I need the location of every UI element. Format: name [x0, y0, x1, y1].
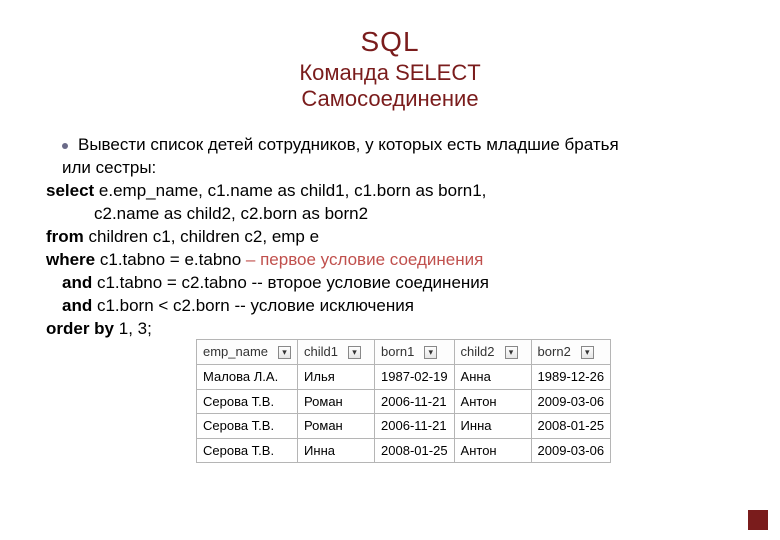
table-row: Серова Т.В. Инна 2008-01-25 Антон 2009-0…: [197, 438, 611, 463]
keyword-and2: and: [62, 296, 92, 315]
table-row: Серова Т.В. Роман 2006-11-21 Антон 2009-…: [197, 389, 611, 414]
sql-where-line: where c1.tabno = e.tabno – первое услови…: [46, 249, 752, 272]
sql-select-line2: c2.name as child2, c2.born as born2: [46, 203, 752, 226]
cell: 2008-01-25: [531, 414, 611, 439]
sql-where-body: c1.tabno = e.tabno: [95, 250, 246, 269]
sql-from-body: children c1, children c2, emp e: [84, 227, 319, 246]
cell: 2006-11-21: [375, 389, 455, 414]
cell: Роман: [298, 389, 375, 414]
cell: Инна: [298, 438, 375, 463]
table-row: Серова Т.В. Роман 2006-11-21 Инна 2008-0…: [197, 414, 611, 439]
sql-orderby-body: 1, 3;: [114, 319, 152, 338]
header-label: child2: [461, 343, 495, 361]
cell: 2009-03-06: [531, 389, 611, 414]
table-body: Малова Л.А. Илья 1987-02-19 Анна 1989-12…: [197, 364, 611, 462]
keyword-select: select: [46, 181, 94, 200]
bullet-icon: [62, 143, 68, 149]
col-born2[interactable]: born2 ▾: [531, 340, 611, 365]
keyword-orderby: order by: [46, 319, 114, 338]
sql-and1-body: c1.tabno = c2.tabno -- второе условие со…: [92, 273, 489, 292]
content: Вывести список детей сотрудников, у кото…: [28, 134, 752, 463]
sql-from-line: from children c1, children c2, emp e: [46, 226, 752, 249]
sql-and2-line: and c1.born < c2.born -- условие исключе…: [46, 295, 752, 318]
sql-code: select e.emp_name, c1.name as child1, c1…: [28, 180, 752, 341]
cell: 1989-12-26: [531, 364, 611, 389]
bullet-text-line2: или сестры:: [28, 157, 752, 180]
sql-and2-body: c1.born < c2.born -- условие исключения: [92, 296, 414, 315]
cell: Малова Л.А.: [197, 364, 298, 389]
cell: Илья: [298, 364, 375, 389]
cell: Серова Т.В.: [197, 414, 298, 439]
keyword-where: where: [46, 250, 95, 269]
col-child2[interactable]: child2 ▾: [454, 340, 531, 365]
header-label: born2: [538, 343, 571, 361]
page-title: SQL: [28, 26, 752, 58]
header-label: child1: [304, 343, 338, 361]
cell: 2006-11-21: [375, 414, 455, 439]
cell: Антон: [454, 438, 531, 463]
cell: Серова Т.В.: [197, 389, 298, 414]
cell: Роман: [298, 414, 375, 439]
slide-marker-icon: [748, 510, 768, 530]
chevron-down-icon[interactable]: ▾: [581, 346, 594, 359]
bullet-text-line1: Вывести список детей сотрудников, у кото…: [78, 134, 619, 157]
subtitle-select: Команда SELECT: [28, 60, 752, 86]
result-table: emp_name▾ child1▾ born1▾ child2▾ born2▾ …: [196, 339, 611, 463]
slide: SQL Команда SELECT Самосоединение Вывест…: [0, 0, 780, 481]
chevron-down-icon[interactable]: ▾: [424, 346, 437, 359]
col-born1[interactable]: born1 ▾: [375, 340, 455, 365]
cell: 1987-02-19: [375, 364, 455, 389]
sql-and1-line: and c1.tabno = c2.tabno -- второе услови…: [46, 272, 752, 295]
cell: 2008-01-25: [375, 438, 455, 463]
chevron-down-icon[interactable]: ▾: [348, 346, 361, 359]
sql-select-line: select e.emp_name, c1.name as child1, c1…: [46, 180, 752, 203]
bullet-item: Вывести список детей сотрудников, у кото…: [28, 134, 752, 157]
subtitle-selfjoin: Самосоединение: [28, 86, 752, 112]
header-label: born1: [381, 343, 414, 361]
table-header: emp_name ▾ child1 ▾ born1 ▾ child2 ▾ born2 ▾: [197, 340, 611, 365]
keyword-from: from: [46, 227, 84, 246]
col-emp_name[interactable]: emp_name ▾: [197, 340, 298, 365]
cell: 2009-03-06: [531, 438, 611, 463]
col-child1[interactable]: child1 ▾: [298, 340, 375, 365]
sql-orderby-line: order by 1, 3;: [46, 318, 752, 341]
keyword-and1: and: [62, 273, 92, 292]
sql-where-comment: – первое условие соединения: [246, 250, 483, 269]
cell: Антон: [454, 389, 531, 414]
table-row: Малова Л.А. Илья 1987-02-19 Анна 1989-12…: [197, 364, 611, 389]
chevron-down-icon[interactable]: ▾: [278, 346, 291, 359]
header-label: emp_name: [203, 343, 268, 361]
chevron-down-icon[interactable]: ▾: [505, 346, 518, 359]
sql-select-cols: e.emp_name, c1.name as child1, c1.born a…: [94, 181, 486, 200]
cell: Серова Т.В.: [197, 438, 298, 463]
cell: Анна: [454, 364, 531, 389]
cell: Инна: [454, 414, 531, 439]
